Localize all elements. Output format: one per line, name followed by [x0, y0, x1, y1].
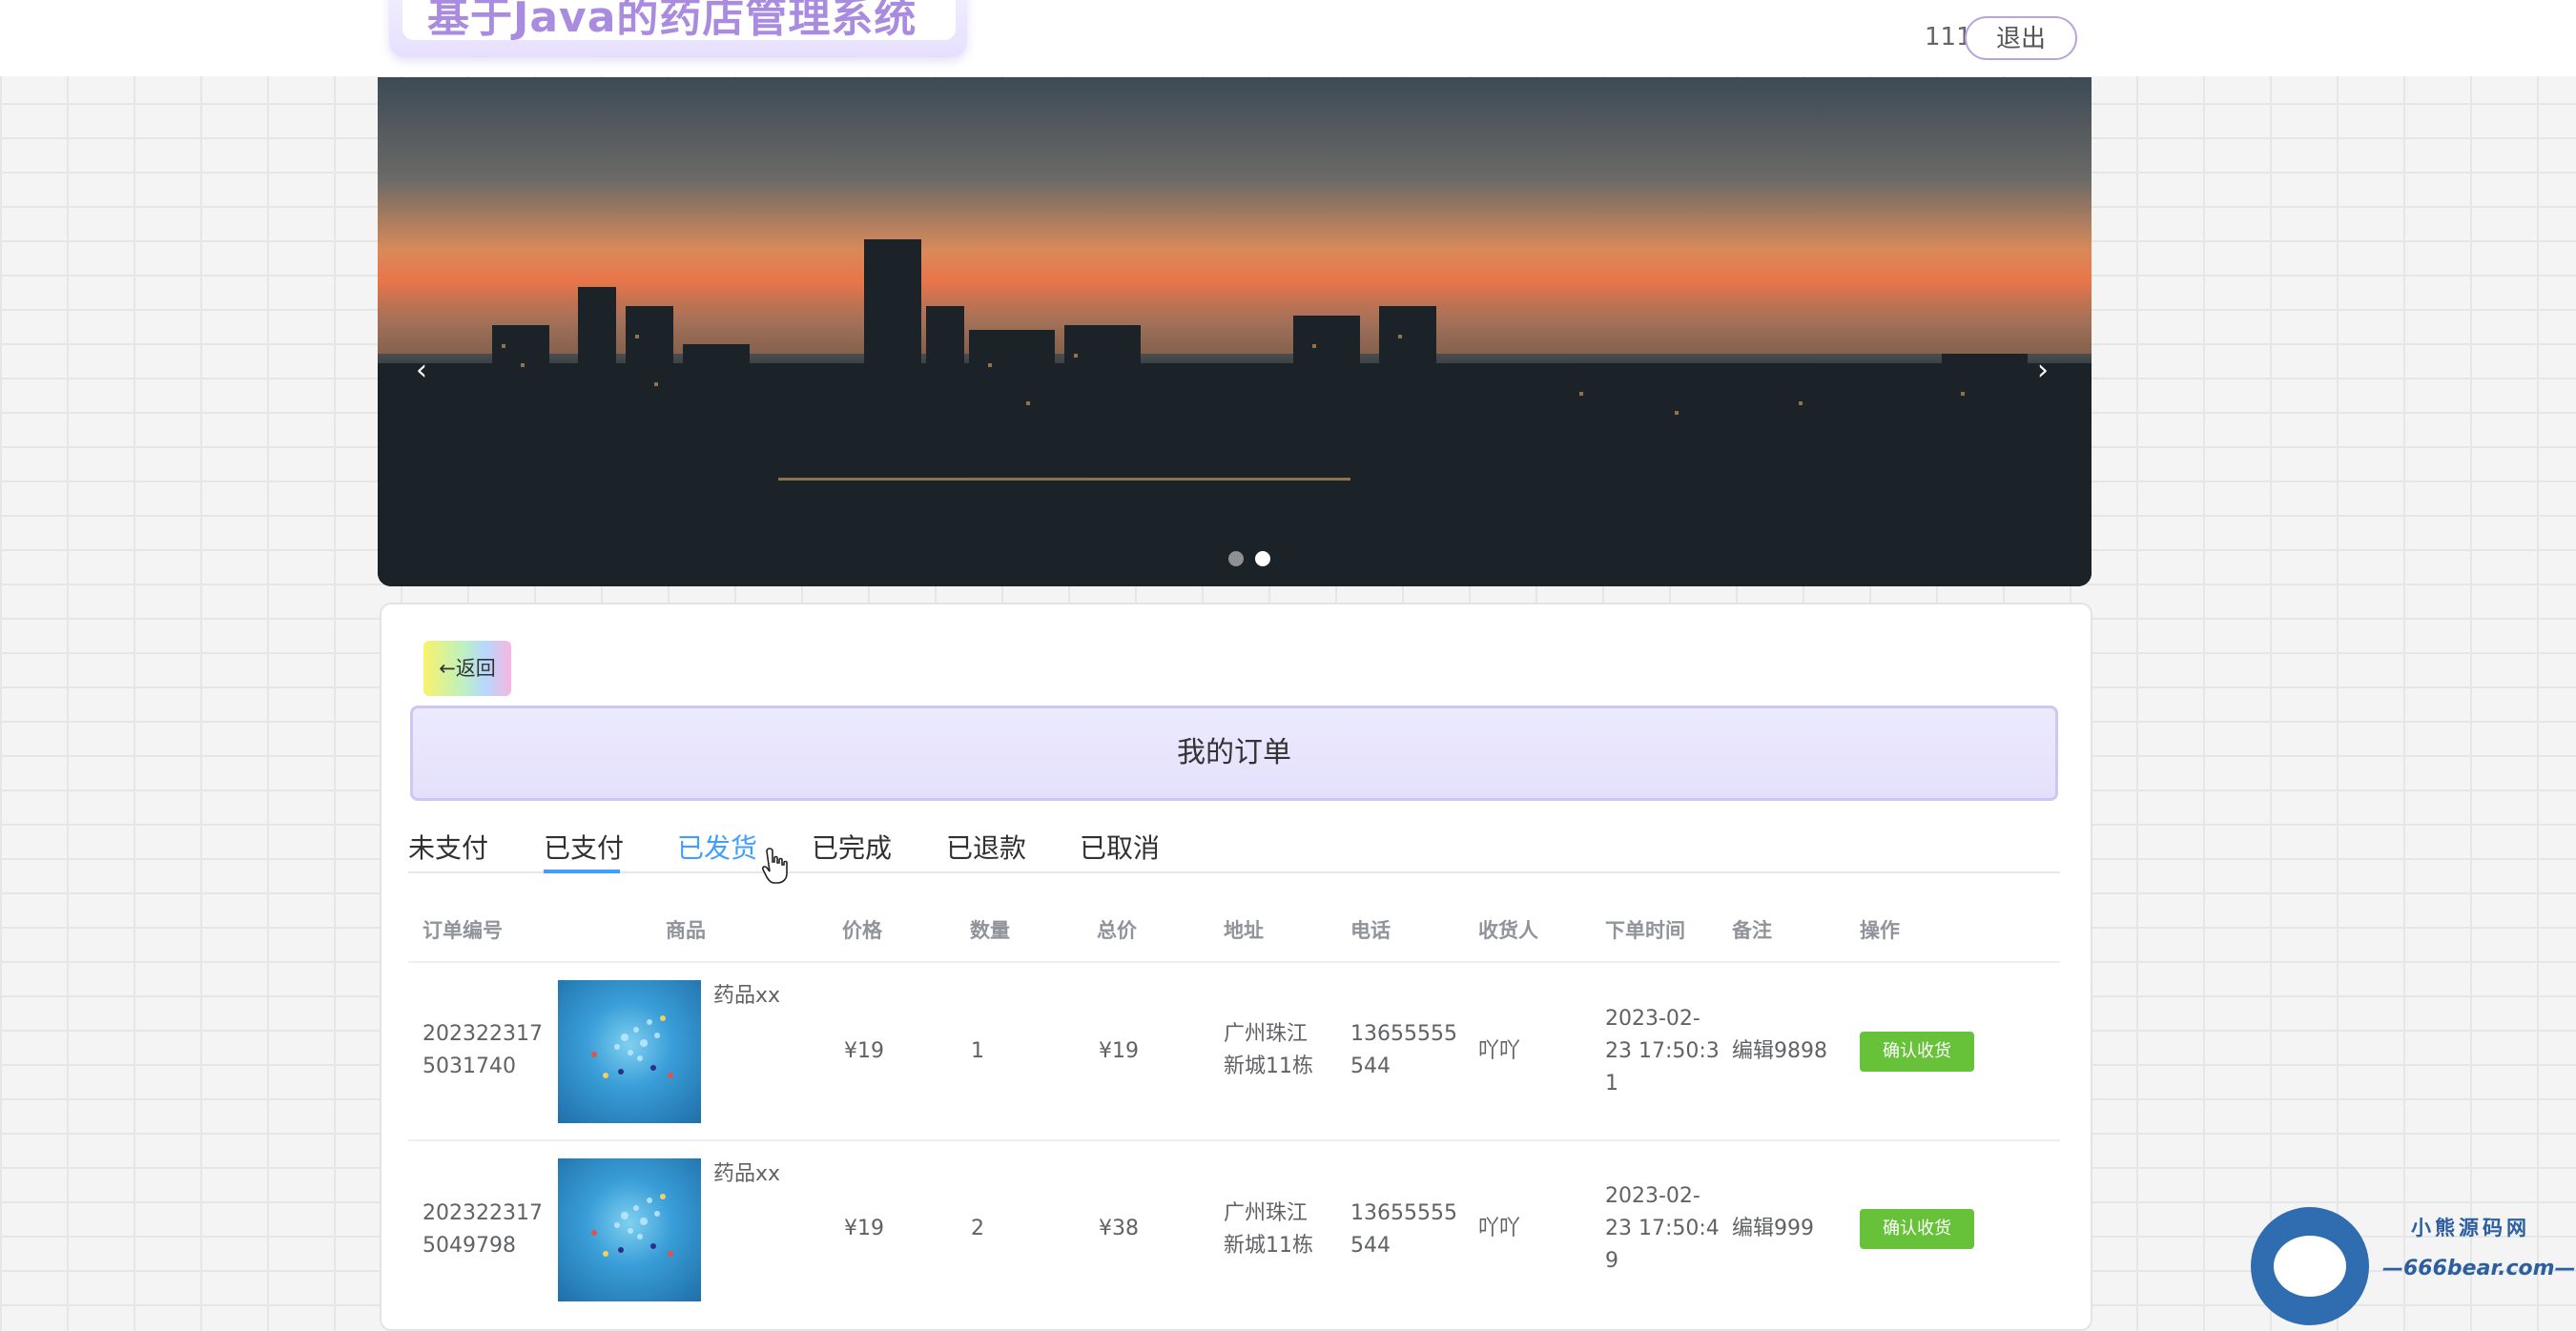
col-header-order-time: 下单时间 [1605, 919, 1685, 942]
price-cell: ¥19 [844, 1217, 884, 1240]
tabs-divider [408, 871, 2060, 873]
receiver-cell: 吖吖 [1478, 1039, 1521, 1063]
back-button[interactable]: ←返回 [423, 641, 511, 696]
order-no-cell: 202322317 5049798 [422, 1201, 543, 1258]
price-cell: ¥19 [844, 1039, 884, 1063]
phone-cell: 13655555 544 [1350, 1201, 1457, 1258]
remark-cell: 编辑999 [1732, 1217, 1814, 1240]
bear-face-icon [2274, 1236, 2346, 1297]
tab-unpaid[interactable]: 未支付 [408, 828, 488, 866]
product-name: 药品xx [713, 984, 781, 1008]
tab-refunded[interactable]: 已退款 [946, 828, 1026, 866]
col-header-qty: 数量 [970, 919, 1010, 942]
product-name: 药品xx [713, 1162, 781, 1186]
col-header-remark: 备注 [1732, 919, 1772, 942]
hand-cursor-icon [762, 848, 788, 884]
order-no-cell: 202322317 5031740 [422, 1022, 543, 1078]
logo-title: 基于Java的药店管理系统 [427, 0, 917, 42]
col-header-phone: 电话 [1350, 919, 1391, 942]
product-image[interactable] [558, 1158, 701, 1301]
total-cell: ¥19 [1099, 1039, 1139, 1063]
logout-button[interactable]: 退出 [1965, 16, 2077, 60]
carousel-dot-2[interactable] [1255, 551, 1270, 566]
carousel-dot-1[interactable] [1228, 551, 1244, 566]
phone-cell: 13655555 544 [1350, 1022, 1457, 1078]
col-header-address: 地址 [1224, 919, 1264, 942]
watermark-url: —666bear.com— [2382, 1257, 2576, 1280]
active-tab-indicator [544, 870, 620, 873]
col-header-order-no: 订单编号 [422, 919, 503, 942]
order-time-cell: 2023-02- 23 17:50:3 1 [1605, 1007, 1720, 1096]
address-cell: 广州珠江 新城11栋 [1224, 1022, 1313, 1078]
tab-paid[interactable]: 已支付 [544, 828, 624, 866]
page-title: 我的订单 [410, 706, 2058, 801]
banner-carousel: ‹ › [378, 77, 2092, 586]
qty-cell: 2 [971, 1217, 984, 1240]
watermark-title: 小熊源码网 [2411, 1217, 2530, 1239]
remark-cell: 编辑9898 [1732, 1039, 1827, 1063]
qty-cell: 1 [971, 1039, 984, 1063]
carousel-next-icon[interactable]: › [2037, 354, 2049, 387]
tab-cancelled[interactable]: 已取消 [1080, 828, 1160, 866]
logo: 基于Java的药店管理系统 [389, 0, 967, 57]
col-header-product: 商品 [666, 919, 706, 942]
col-header-price: 价格 [842, 919, 882, 942]
col-header-total: 总价 [1097, 919, 1137, 942]
top-header: 基于Java的药店管理系统 111 退出 [0, 0, 2576, 76]
confirm-receipt-button[interactable]: 确认收货 [1860, 1032, 1974, 1072]
order-time-cell: 2023-02- 23 17:50:4 9 [1605, 1184, 1720, 1273]
row-divider [408, 1139, 2060, 1141]
table-header-divider [408, 961, 2060, 963]
carousel-prev-icon[interactable]: ‹ [416, 354, 427, 387]
product-image[interactable] [558, 980, 701, 1123]
col-header-receiver: 收货人 [1478, 919, 1538, 942]
tab-shipped[interactable]: 已发货 [677, 828, 757, 866]
city-skyline-image [378, 239, 2092, 586]
col-header-action: 操作 [1860, 919, 1900, 942]
tab-completed[interactable]: 已完成 [812, 828, 892, 866]
receiver-cell: 吖吖 [1478, 1217, 1521, 1240]
confirm-receipt-button[interactable]: 确认收货 [1860, 1209, 1974, 1249]
address-cell: 广州珠江 新城11栋 [1224, 1201, 1313, 1258]
total-cell: ¥38 [1099, 1217, 1139, 1240]
